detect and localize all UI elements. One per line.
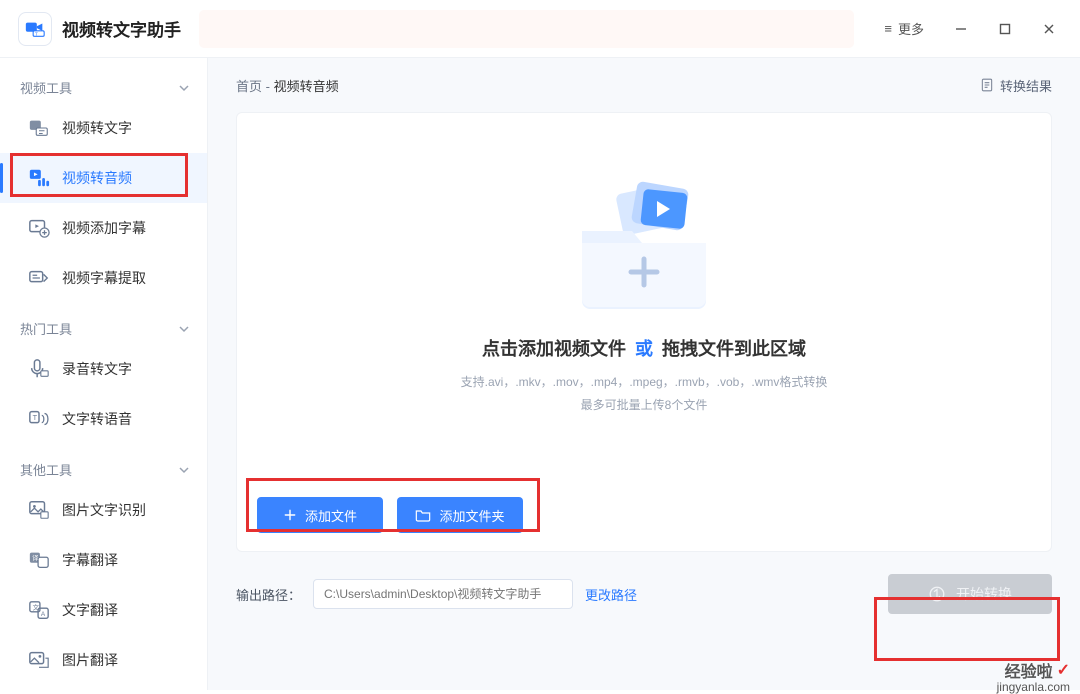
sidebar-section-label: 其他工具 [20, 460, 72, 479]
supported-formats: 支持.avi，.mkv，.mov，.mp4，.mpeg，.rmvb，.vob，.… [461, 373, 828, 390]
svg-text:T: T [33, 413, 38, 422]
maximize-button[interactable] [986, 10, 1024, 48]
add-folder-button[interactable]: 添加文件夹 [397, 497, 523, 533]
chevron-down-icon [179, 83, 189, 93]
breadcrumb-home[interactable]: 首页 [236, 79, 262, 94]
chevron-down-icon [179, 324, 189, 334]
sidebar-section-label: 热门工具 [20, 319, 72, 338]
subtitle-add-icon [28, 217, 50, 239]
svg-text:A: A [41, 611, 46, 618]
sidebar-item-add-subtitle[interactable]: 视频添加字幕 [0, 203, 207, 253]
sidebar-item-text-to-speech[interactable]: T 文字转语音 [0, 394, 207, 444]
change-path-link[interactable]: 更改路径 [585, 585, 637, 604]
results-link[interactable]: 转换结果 [980, 76, 1052, 95]
titlebar: T 视频转文字助手 ≡ 更多 [0, 0, 1080, 58]
sidebar: 视频工具 视频转文字 视频转音频 视频添加字幕 视频字幕提取 热门工具 录音转文… [0, 58, 208, 690]
sidebar-item-label: 视频转文字 [62, 118, 132, 138]
more-label: 更多 [898, 19, 924, 38]
results-label: 转换结果 [1000, 76, 1052, 95]
svg-text:T: T [35, 31, 38, 36]
sidebar-section-hot[interactable]: 热门工具 [0, 313, 207, 344]
sidebar-item-video-to-text[interactable]: 视频转文字 [0, 103, 207, 153]
main-panel: 首页 - 视频转音频 转换结果 点击添加视频文件 [208, 58, 1080, 690]
minimize-icon [955, 23, 967, 35]
svg-text:译: 译 [32, 554, 39, 562]
sidebar-item-ocr[interactable]: 图片文字识别 [0, 485, 207, 535]
video-audio-icon [28, 167, 50, 189]
start-label: 开始转换 [956, 584, 1012, 604]
sidebar-section-label: 视频工具 [20, 78, 72, 97]
chevron-down-icon [179, 465, 189, 475]
drop-zone[interactable]: 点击添加视频文件 或 拖拽文件到此区域 支持.avi，.mkv，.mov，.mp… [236, 112, 1052, 552]
sidebar-item-label: 视频添加字幕 [62, 218, 146, 238]
sidebar-item-image-translate[interactable]: 图片翻译 [0, 635, 207, 685]
add-file-button[interactable]: 添加文件 [257, 497, 383, 533]
watermark: 经验啦 ✓ jingyanla.com [1005, 658, 1070, 682]
subtitle-translate-icon: 译 [28, 549, 50, 571]
sidebar-section-other[interactable]: 其他工具 [0, 454, 207, 485]
sidebar-item-text-translate[interactable]: 文A 文字翻译 [0, 585, 207, 635]
subtitle-extract-icon [28, 267, 50, 289]
breadcrumb: 首页 - 视频转音频 [236, 76, 339, 95]
video-text-icon [28, 117, 50, 139]
app-logo: T [18, 12, 52, 46]
sidebar-item-label: 字幕翻译 [62, 550, 118, 570]
app-title: 视频转文字助手 [62, 16, 181, 41]
sidebar-item-label: 视频字幕提取 [62, 268, 146, 288]
sidebar-item-label: 文字转语音 [62, 409, 132, 429]
add-folder-label: 添加文件夹 [439, 506, 504, 525]
drop-prompt: 点击添加视频文件 或 拖拽文件到此区域 [482, 335, 806, 361]
breadcrumb-current: 视频转音频 [274, 79, 339, 94]
upload-limit: 最多可批量上传8个文件 [581, 396, 708, 413]
plus-icon [283, 508, 297, 522]
add-file-label: 添加文件 [305, 506, 357, 525]
sidebar-item-extract-subtitle[interactable]: 视频字幕提取 [0, 253, 207, 303]
sidebar-item-label: 图片文字识别 [62, 500, 146, 520]
sidebar-item-label: 录音转文字 [62, 359, 132, 379]
sidebar-item-audio-to-text[interactable]: 录音转文字 [0, 344, 207, 394]
folder-illustration [564, 161, 724, 321]
text-translate-icon: 文A [28, 599, 50, 621]
check-icon: ✓ [1057, 660, 1070, 680]
hamburger-icon: ≡ [884, 21, 892, 36]
sidebar-item-subtitle-translate[interactable]: 译 字幕翻译 [0, 535, 207, 585]
sidebar-item-label: 视频转音频 [62, 168, 132, 188]
sidebar-item-video-to-audio[interactable]: 视频转音频 [0, 153, 207, 203]
maximize-icon [999, 23, 1011, 35]
minimize-button[interactable] [942, 10, 980, 48]
mic-text-icon [28, 358, 50, 380]
document-icon [980, 78, 994, 92]
sidebar-item-label: 图片翻译 [62, 650, 118, 670]
close-button[interactable] [1030, 10, 1068, 48]
output-path-input[interactable] [313, 579, 573, 609]
more-button[interactable]: ≡ 更多 [872, 14, 936, 44]
promo-banner [199, 10, 854, 48]
folder-icon [415, 508, 431, 522]
image-ocr-icon [28, 499, 50, 521]
tts-icon: T [28, 408, 50, 430]
sidebar-section-video[interactable]: 视频工具 [0, 72, 207, 103]
start-convert-button[interactable]: 开始转换 [888, 574, 1052, 614]
image-translate-icon [28, 649, 50, 671]
sidebar-item-label: 文字翻译 [62, 600, 118, 620]
close-icon [1043, 23, 1055, 35]
convert-icon [928, 585, 946, 603]
output-path-label: 输出路径： [236, 585, 301, 604]
